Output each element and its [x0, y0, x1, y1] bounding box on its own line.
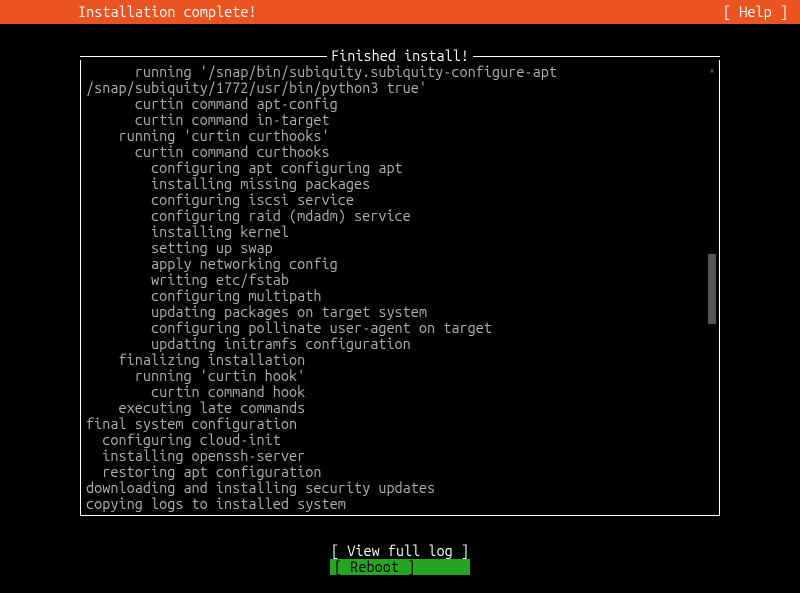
log-line: configuring iscsi service [86, 192, 706, 208]
log-line: configuring multipath [86, 288, 706, 304]
scrollbar[interactable]: ▴ [708, 64, 716, 512]
log-line: curtin command apt-config [86, 96, 706, 112]
log-line: updating packages on target system [86, 304, 706, 320]
log-line: downloading and installing security upda… [86, 480, 706, 496]
log-line: curtin command in-target [86, 112, 706, 128]
log-line: running 'curtin curthooks' [86, 128, 706, 144]
log-line: curtin command curthooks [86, 144, 706, 160]
log-line: curtin command hook [86, 384, 706, 400]
panel-border-right [719, 60, 720, 516]
log-line: installing kernel [86, 224, 706, 240]
panel-border-bottom [80, 515, 720, 516]
view-full-log-button[interactable]: [ View full log ] [331, 542, 469, 559]
log-line: running 'curtin hook' [86, 368, 706, 384]
page-title: Installation complete! [78, 4, 257, 20]
log-line: apply networking config [86, 256, 706, 272]
action-buttons: [ View full log ] [ Reboot ] [0, 543, 800, 575]
log-line: updating initramfs configuration [86, 336, 706, 352]
scroll-up-icon[interactable]: ▴ [708, 64, 716, 76]
log-line: final system configuration [86, 416, 706, 432]
scrollbar-thumb[interactable] [708, 254, 716, 324]
log-line: installing openssh-server [86, 448, 706, 464]
log-line: configuring apt configuring apt [86, 160, 706, 176]
log-line: copying logs to installed system [86, 496, 706, 512]
log-line: restoring apt configuration [86, 464, 706, 480]
log-line: configuring cloud-init [86, 432, 706, 448]
header-bar: Installation complete! [ Help ] [0, 0, 800, 24]
install-log-panel: Finished install! running '/snap/bin/sub… [80, 48, 720, 516]
log-line: configuring pollinate user-agent on targ… [86, 320, 706, 336]
log-line: setting up swap [86, 240, 706, 256]
log-line: installing missing packages [86, 176, 706, 192]
log-output: running '/snap/bin/subiquity.subiquity-c… [86, 64, 706, 512]
log-line: /snap/subiquity/1772/usr/bin/python3 tru… [86, 80, 706, 96]
reboot-button[interactable]: [ Reboot ] [330, 559, 470, 575]
help-button[interactable]: [ Help ] [723, 4, 788, 20]
log-line: configuring raid (mdadm) service [86, 208, 706, 224]
panel-border-left [80, 60, 81, 516]
log-line: executing late commands [86, 400, 706, 416]
panel-border-top: Finished install! [80, 48, 720, 62]
log-line: running '/snap/bin/subiquity.subiquity-c… [86, 64, 706, 80]
log-line: writing etc/fstab [86, 272, 706, 288]
log-line: finalizing installation [86, 352, 706, 368]
panel-title: Finished install! [331, 48, 469, 62]
